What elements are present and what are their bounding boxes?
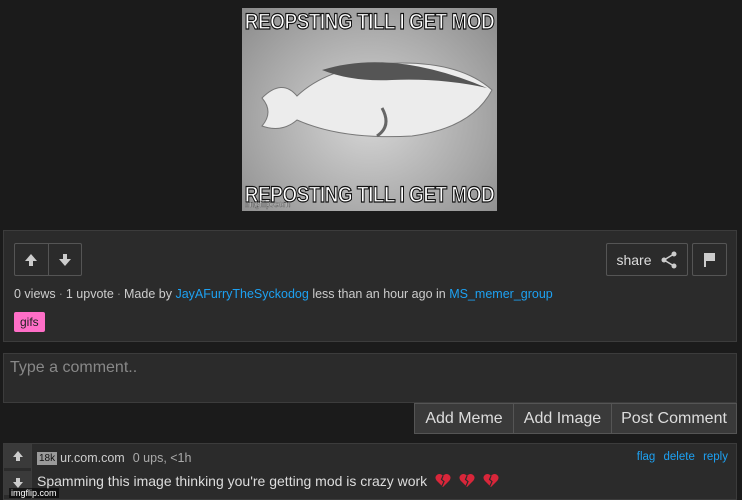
broken-heart-icon (459, 474, 475, 487)
meme-top-caption: REOPSTING TILL I GET MOD (244, 10, 495, 35)
fish-graphic (261, 62, 493, 138)
user-points-badge: 18k (37, 452, 58, 465)
comment-username[interactable]: ur.com.com (60, 451, 125, 465)
vote-box (14, 243, 82, 276)
share-icon (661, 251, 677, 268)
comment-delete-link[interactable]: delete (664, 451, 695, 463)
share-button[interactable]: share (606, 243, 688, 276)
flag-icon (703, 252, 715, 267)
separator: · (116, 287, 121, 301)
post-meta: 0 views · 1 upvote · Made by JayAFurryTheSyc… (14, 287, 553, 301)
page-watermark: imgflip.com (9, 488, 59, 498)
views-count: 0 views (14, 287, 56, 301)
flag-button[interactable] (692, 243, 727, 276)
comment-upvote-button[interactable] (4, 444, 31, 468)
comment-body: Spamming this image thinking you're gett… (37, 473, 428, 489)
separator: · (58, 287, 63, 301)
stream-link[interactable]: MS_memer_group (449, 287, 553, 301)
tag-gifs[interactable]: gifs (14, 312, 45, 332)
arrow-up-icon (12, 451, 23, 461)
comment: 18k ur.com.com 0 ups, <1h flag delete repl… (3, 443, 737, 500)
arrow-down-icon (58, 253, 71, 266)
time-text: less than an hour ago in (312, 287, 446, 301)
comment-stats: 0 ups, <1h (132, 451, 192, 465)
post-comment-button[interactable]: Post Comment (611, 404, 736, 433)
comment-input[interactable] (3, 353, 737, 403)
made-by-label: Made by (124, 287, 172, 301)
upvote-count: 1 upvote (65, 287, 114, 301)
comment-header: 18k ur.com.com 0 ups, <1h (37, 451, 191, 465)
meme-image[interactable]: REOPSTING TILL I GET MOD REPOSTING TILL … (242, 8, 497, 211)
meme-watermark: imgflip.com (245, 199, 291, 209)
share-label: share (616, 251, 652, 268)
broken-heart-icon (435, 474, 451, 487)
comment-text: Spamming this image thinking you're gett… (37, 473, 499, 489)
comment-links: flag delete reply (632, 451, 728, 463)
downvote-button[interactable] (47, 244, 81, 275)
broken-heart-icon (483, 474, 499, 487)
author-link[interactable]: JayAFurryTheSyckodog (175, 287, 308, 301)
comment-flag-link[interactable]: flag (637, 451, 656, 463)
add-image-button[interactable]: Add Image (513, 404, 611, 433)
post-info-panel: share 0 views · 1 upvote · Made by JayAFurry… (3, 230, 737, 342)
comment-reply-link[interactable]: reply (703, 451, 728, 463)
upvote-button[interactable] (15, 244, 48, 275)
arrow-up-icon (25, 253, 38, 266)
comment-actions: Add Meme Add Image Post Comment (414, 403, 737, 434)
add-meme-button[interactable]: Add Meme (415, 404, 513, 433)
